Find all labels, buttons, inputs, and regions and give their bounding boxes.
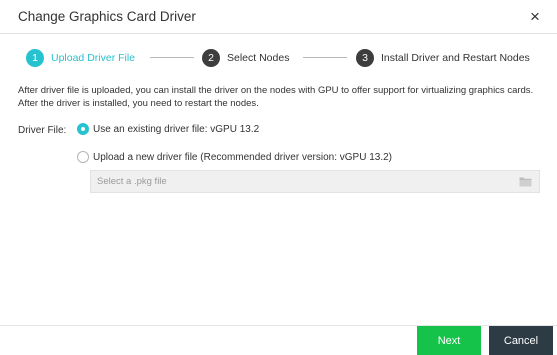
folder-icon[interactable]: [519, 176, 532, 187]
step-label: Upload Driver File: [51, 52, 136, 64]
change-driver-dialog: Change Graphics Card Driver × 1 Upload D…: [0, 0, 557, 355]
dialog-title: Change Graphics Card Driver: [18, 9, 196, 24]
use-existing-driver-option[interactable]: Use an existing driver file: vGPU 13.2: [77, 123, 259, 135]
description-text: After driver file is uploaded, you can i…: [18, 85, 534, 109]
radio-button-selected[interactable]: [77, 123, 89, 135]
step-number: 2: [202, 49, 220, 67]
dialog-titlebar: Change Graphics Card Driver ×: [0, 0, 557, 34]
step-connector: [150, 57, 194, 58]
close-icon[interactable]: ×: [525, 7, 545, 27]
step-upload-driver-file: 1 Upload Driver File: [26, 48, 135, 68]
wizard-steps: 1 Upload Driver File 2 Select Nodes 3 In…: [0, 48, 557, 70]
step-label: Select Nodes: [227, 52, 290, 64]
step-connector: [303, 57, 347, 58]
upload-new-driver-label[interactable]: Upload a new driver file (Recommended dr…: [93, 152, 392, 163]
step-number: 3: [356, 49, 374, 67]
radio-button[interactable]: [77, 151, 89, 163]
step-number: 1: [26, 49, 44, 67]
file-select-field[interactable]: [90, 170, 540, 193]
step-install-driver: 3 Install Driver and Restart Nodes: [356, 48, 530, 68]
step-select-nodes: 2 Select Nodes: [202, 48, 289, 68]
step-label: Install Driver and Restart Nodes: [381, 52, 530, 64]
upload-new-driver-option[interactable]: Upload a new driver file (Recommended dr…: [77, 151, 392, 163]
cancel-button[interactable]: Cancel: [489, 326, 553, 355]
driver-file-label: Driver File:: [18, 125, 67, 136]
use-existing-driver-label[interactable]: Use an existing driver file: vGPU 13.2: [93, 124, 259, 135]
pkg-file-input[interactable]: [91, 171, 511, 192]
next-button[interactable]: Next: [417, 326, 481, 355]
dialog-footer: Next Cancel: [0, 325, 557, 355]
